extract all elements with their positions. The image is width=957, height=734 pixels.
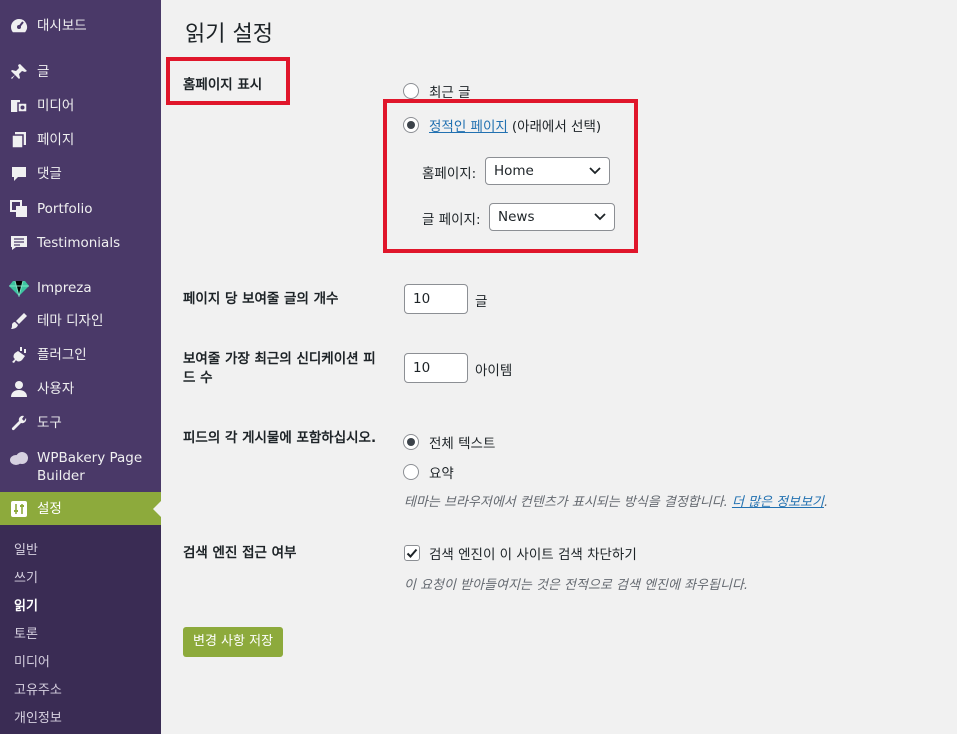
menu-dashboard[interactable]: 대시보드 <box>0 16 161 36</box>
menu-label: 미디어 <box>37 98 75 114</box>
menu-testimonials[interactable]: Testimonials <box>0 233 161 253</box>
menu-comments[interactable]: 댓글 <box>0 164 161 184</box>
menu-pages[interactable]: 페이지 <box>0 130 161 150</box>
submenu-reading[interactable]: 읽기 <box>14 595 38 614</box>
menu-tools[interactable]: 도구 <box>0 413 161 433</box>
posts-per-page-unit: 글 <box>475 294 488 310</box>
option-full-text-label: 전체 텍스트 <box>429 436 496 452</box>
page-icon <box>9 130 29 150</box>
submenu-writing[interactable]: 쓰기 <box>14 567 38 586</box>
submenu-media[interactable]: 미디어 <box>14 651 50 670</box>
menu-label: 테마 디자인 <box>37 313 104 329</box>
syndication-feeds-label: 보여줄 가장 최근의 신디케이션 피드 수 <box>183 351 376 386</box>
option-static-page[interactable]: 정적인 페이지 (아래에서 선택) <box>403 115 601 135</box>
menu-media[interactable]: 미디어 <box>0 96 161 116</box>
option-summary-label: 요약 <box>429 466 454 482</box>
checkmark-icon <box>406 548 418 558</box>
menu-label: Testimonials <box>37 235 121 251</box>
testimonials-icon <box>9 233 29 253</box>
menu-users[interactable]: 사용자 <box>0 379 161 399</box>
search-visibility-description: 이 요청이 받아들여지는 것은 전적으로 검색 엔진에 좌우됩니다. <box>404 578 749 593</box>
pin-icon <box>9 62 29 82</box>
radio-latest-posts[interactable] <box>403 83 419 99</box>
posts-per-page-label: 페이지 당 보여줄 글의 개수 <box>183 291 339 307</box>
syndication-feeds-unit: 아이템 <box>475 363 513 379</box>
brush-icon <box>9 311 29 331</box>
menu-label: 페이지 <box>37 132 75 148</box>
media-icon <box>9 96 29 116</box>
radio-static-page[interactable] <box>403 117 419 133</box>
option-latest-posts-label: 최근 글 <box>429 85 471 101</box>
menu-label: 글 <box>37 64 50 80</box>
main-content: 읽기 설정 홈페이지 표시 최근 글 정적인 페이지 (아래에서 선택) 홈페이… <box>161 0 957 734</box>
homepage-select[interactable]: Home <box>485 157 610 185</box>
option-summary[interactable]: 요약 <box>403 462 454 482</box>
feed-content-label: 피드의 각 게시물에 포함하십시오. <box>183 430 377 446</box>
search-visibility-checkbox[interactable] <box>404 545 420 561</box>
posts-page-select[interactable]: News <box>489 203 615 231</box>
menu-label: Portfolio <box>37 201 93 217</box>
menu-label: 설정 <box>37 500 62 517</box>
menu-label: Impreza <box>37 280 92 296</box>
posts-page-select-label: 글 페이지: <box>422 212 481 228</box>
posts-page-select-value: News <box>498 209 535 225</box>
feed-desc-end: . <box>823 495 829 510</box>
chevron-down-icon <box>594 213 606 221</box>
feed-desc-text: 테마는 브라우저에서 컨텐츠가 표시되는 방식을 결정합니다. <box>404 495 728 510</box>
static-page-suffix: (아래에서 선택) <box>511 119 602 135</box>
radio-full-text[interactable] <box>403 434 419 450</box>
feed-content-description: 테마는 브라우저에서 컨텐츠가 표시되는 방식을 결정합니다. 더 많은 정보보… <box>404 491 828 510</box>
search-visibility-checkbox-label: 검색 엔진이 이 사이트 검색 차단하기 <box>429 547 637 563</box>
submenu-permalinks[interactable]: 고유주소 <box>14 679 62 698</box>
user-icon <box>9 379 29 399</box>
cloud-icon <box>9 449 29 469</box>
save-changes-button[interactable]: 변경 사항 저장 <box>183 627 284 657</box>
option-latest-posts[interactable]: 최근 글 <box>403 81 471 101</box>
menu-appearance[interactable]: 테마 디자인 <box>0 311 161 331</box>
menu-plugins[interactable]: 플러그인 <box>0 345 161 365</box>
submenu-privacy[interactable]: 개인정보 <box>14 707 62 726</box>
option-full-text[interactable]: 전체 텍스트 <box>403 432 495 452</box>
menu-posts[interactable]: 글 <box>0 62 161 82</box>
menu-label: 대시보드 <box>37 18 87 34</box>
search-visibility-option[interactable]: 검색 엔진이 이 사이트 검색 차단하기 <box>404 543 637 563</box>
posts-per-page-input[interactable]: 10 <box>404 284 468 314</box>
menu-label: WPBakery Page Builder <box>37 450 143 484</box>
menu-wpbakery[interactable]: WPBakery Page Builder <box>0 449 161 485</box>
portfolio-icon <box>9 199 29 219</box>
syndication-feeds-input[interactable]: 10 <box>404 353 468 383</box>
menu-label: 사용자 <box>37 381 75 397</box>
wrench-icon <box>9 413 29 433</box>
settings-icon <box>9 499 29 519</box>
diamond-icon <box>9 278 29 298</box>
search-visibility-label: 검색 엔진 접근 여부 <box>183 545 297 561</box>
submenu-general[interactable]: 일반 <box>14 539 38 558</box>
menu-settings[interactable]: 설정 <box>0 492 161 525</box>
dashboard-icon <box>9 16 29 36</box>
menu-label: 댓글 <box>37 166 62 182</box>
static-page-link[interactable]: 정적인 페이지 <box>429 115 508 135</box>
radio-summary[interactable] <box>403 464 419 480</box>
more-info-link[interactable]: 더 많은 정보보기 <box>732 495 824 510</box>
chevron-down-icon <box>589 167 601 175</box>
menu-portfolio[interactable]: Portfolio <box>0 199 161 219</box>
homepage-select-label: 홈페이지: <box>422 166 477 182</box>
menu-label: 플러그인 <box>37 347 87 363</box>
admin-sidebar: 대시보드 글 미디어 페이지 댓글 Portfolio Testimonials… <box>0 0 161 734</box>
submenu-discussion[interactable]: 토론 <box>14 623 38 642</box>
menu-impreza[interactable]: Impreza <box>0 278 161 298</box>
plugin-icon <box>9 345 29 365</box>
comment-icon <box>9 164 29 184</box>
homepage-display-label: 홈페이지 표시 <box>183 77 263 93</box>
page-title: 읽기 설정 <box>185 22 273 47</box>
menu-label: 도구 <box>37 415 62 431</box>
homepage-select-value: Home <box>494 163 534 179</box>
settings-submenu: 일반 쓰기 읽기 토론 미디어 고유주소 개인정보 <box>0 525 161 734</box>
